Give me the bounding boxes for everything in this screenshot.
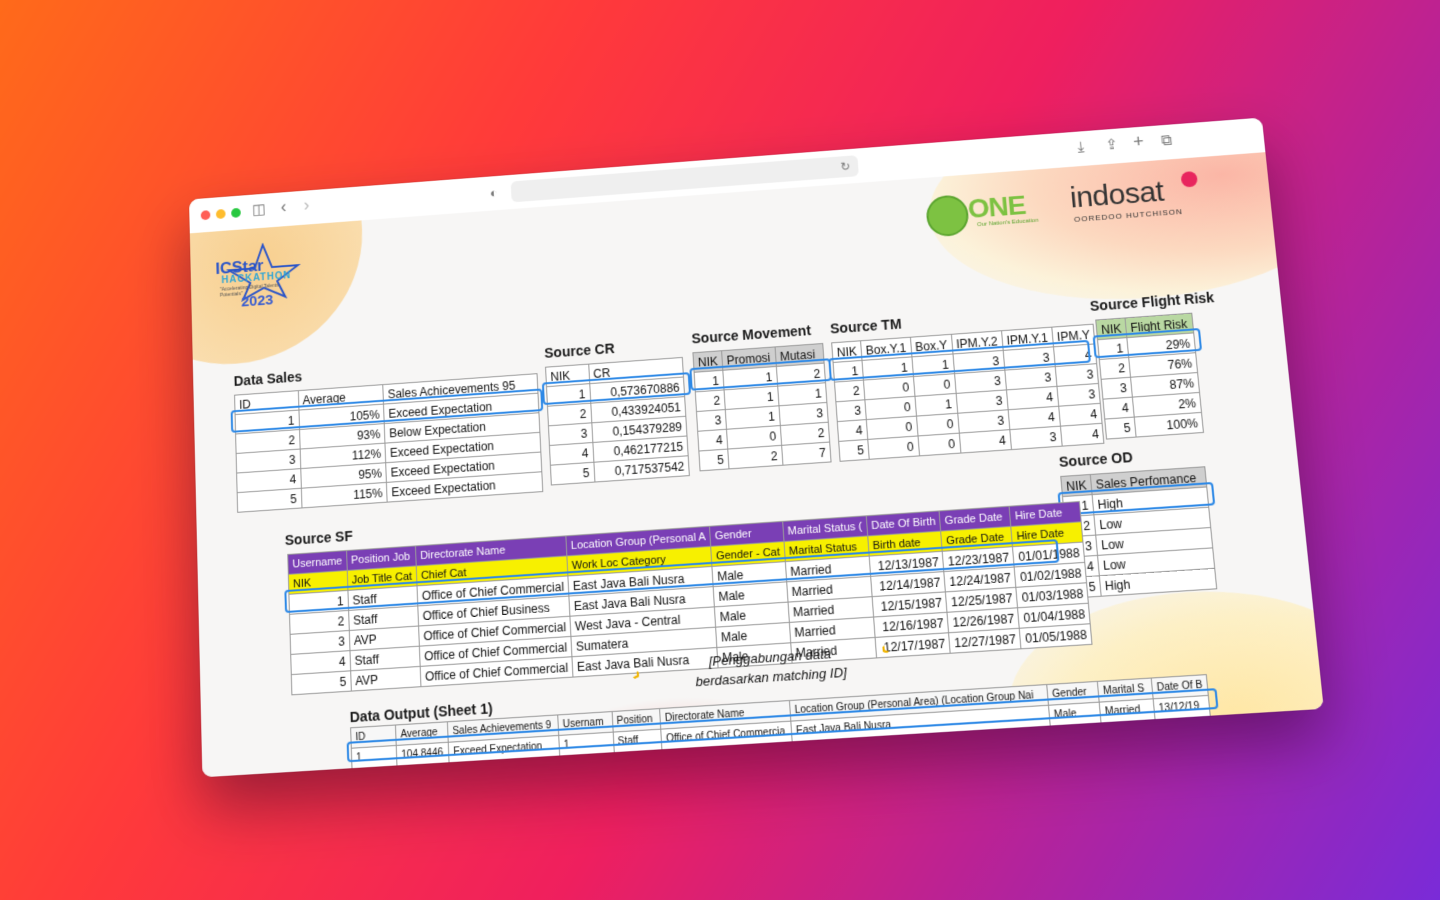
table-cell[interactable]: Sumatera (795, 768, 1056, 778)
table-cell[interactable]: 4 (959, 430, 1011, 453)
reload-icon[interactable]: ↻ (840, 157, 851, 177)
table-cell[interactable]: 2 (695, 390, 725, 412)
table-cell[interactable]: 2 (1099, 357, 1130, 379)
page-content: ICStar HACKATHON "Accelerating Digital T… (190, 152, 1324, 777)
source-movement-title: Source Movement (691, 322, 811, 346)
table-cell[interactable]: Married (1101, 720, 1157, 744)
icstar-hackathon-logo: ICStar HACKATHON "Accelerating Digital T… (215, 240, 303, 313)
table-cell[interactable]: Male (1050, 723, 1103, 747)
source-tm-title: Source TM (830, 316, 902, 337)
table-cell[interactable]: 15/12/19 (1157, 737, 1214, 761)
table-cell[interactable]: 12/27/1987 (949, 628, 1021, 653)
chevron-left-icon[interactable]: ‹ (280, 197, 286, 216)
table-cell[interactable]: 2 (834, 380, 864, 402)
table-cell[interactable]: 3 (1009, 426, 1062, 449)
data-sales-title: Data Sales (234, 369, 303, 389)
table-cell[interactable]: 0 (868, 436, 919, 459)
table-cell[interactable]: 5 (699, 449, 729, 471)
indosat-dot-icon (1180, 171, 1198, 188)
table-cell[interactable]: 5 (237, 488, 301, 512)
table-cell[interactable]: Married (1105, 762, 1161, 778)
icstar-year: 2023 (241, 292, 273, 311)
table-cell[interactable]: Exceed Expectation (450, 777, 562, 778)
close-window-button[interactable] (201, 210, 211, 220)
table-cell[interactable]: 93.45768 (397, 763, 450, 778)
sidebar-icon[interactable]: ◫ (252, 200, 266, 220)
table-cell[interactable]: 4 (837, 420, 868, 442)
table-cell[interactable]: 3 (561, 773, 616, 777)
table-cell[interactable]: 3 (696, 410, 726, 432)
table-cell[interactable]: 7 (781, 442, 831, 465)
table-cell[interactable]: 2 (352, 766, 398, 777)
source-od-title: Source OD (1058, 449, 1133, 470)
download-icon[interactable]: ⤓ (1077, 138, 1085, 158)
table-cell[interactable]: Married (1103, 741, 1159, 765)
table-cell[interactable]: 100% (1134, 412, 1203, 437)
table-cell[interactable]: 0 (918, 433, 961, 456)
plus-icon[interactable]: + (1132, 131, 1144, 151)
table-cell[interactable]: Staff (614, 750, 663, 774)
table-cell[interactable]: 5 (839, 439, 870, 461)
table-row: 495.31015Exceed Expectation4StaffOffice … (353, 758, 1216, 777)
minimize-window-button[interactable] (216, 209, 226, 219)
table-cell[interactable]: 16/12/19 (1159, 758, 1216, 777)
chevron-right-icon[interactable]: › (303, 195, 309, 214)
zoom-window-button[interactable] (231, 208, 241, 218)
table-cell[interactable]: Office of Chief Commercia (663, 763, 795, 778)
browser-window: ◫ ‹ › ◐ ↻ ⤓ ⇪ + ⧉ ICStar HACKATHON "Acce… (189, 118, 1324, 778)
tabs-overview-icon[interactable]: ⧉ (1160, 131, 1173, 151)
table-cell[interactable]: 4 (698, 429, 728, 451)
table-cell[interactable]: 4 (1060, 423, 1104, 446)
table-cell[interactable]: AVP (350, 666, 420, 691)
table-cell[interactable]: 4 (1103, 397, 1134, 419)
table-cell[interactable]: Male (1052, 744, 1105, 768)
table-cell[interactable]: 5 (550, 462, 594, 485)
table-cell[interactable]: 12/17/1987 (875, 633, 951, 658)
table-cell[interactable]: Male (1054, 765, 1107, 778)
table-cell[interactable]: 2 (728, 445, 783, 469)
table-cell[interactable]: 3 (836, 400, 866, 422)
table-cell[interactable]: 3 (1101, 377, 1132, 399)
table-cell[interactable]: 14/12/19 (1155, 716, 1212, 740)
table-cell[interactable]: 2 (560, 753, 615, 777)
source-sf-title: Source SF (285, 528, 353, 548)
table-cell[interactable]: West Java - Central (794, 747, 1054, 777)
shield-icon: ◐ (490, 184, 498, 204)
source-cr-title: Source CR (544, 340, 615, 361)
table-cell[interactable]: AVP (615, 770, 665, 777)
table-cell[interactable]: 5 (291, 671, 351, 695)
share-icon[interactable]: ⇪ (1105, 135, 1119, 155)
table-cell[interactable]: 5 (1105, 417, 1136, 439)
table-cell[interactable]: 01/05/1988 (1020, 624, 1093, 649)
globe-icon (925, 194, 970, 238)
